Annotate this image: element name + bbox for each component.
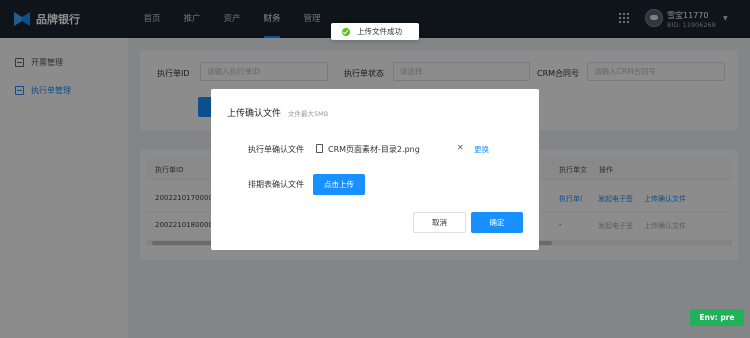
dialog-title: 上传确认文件 (227, 109, 282, 119)
upload-button[interactable]: 点击上传 (313, 174, 365, 195)
confirm-button[interactable]: 确定 (471, 212, 523, 233)
file-icon (316, 144, 323, 153)
schedule-file-label: 排期表确认文件 (248, 180, 304, 189)
env-badge: Env: pre (690, 309, 744, 326)
check-circle-icon (342, 27, 350, 36)
upload-confirm-dialog: 上传确认文件 文件最大5MB 执行单确认文件 CRM页面素材-目录2.png ✕… (211, 89, 539, 250)
exec-file-label: 执行单确认文件 (248, 145, 304, 154)
cancel-button[interactable]: 取消 (413, 212, 466, 233)
success-toast: 上传文件成功 (331, 23, 419, 40)
toast-text: 上传文件成功 (357, 27, 402, 36)
change-file-link[interactable]: 更换 (474, 144, 489, 155)
uploaded-file-name: CRM页面素材-目录2.png (328, 145, 420, 154)
remove-file-icon[interactable]: ✕ (457, 143, 464, 152)
dialog-subtitle: 文件最大5MB (288, 110, 329, 118)
